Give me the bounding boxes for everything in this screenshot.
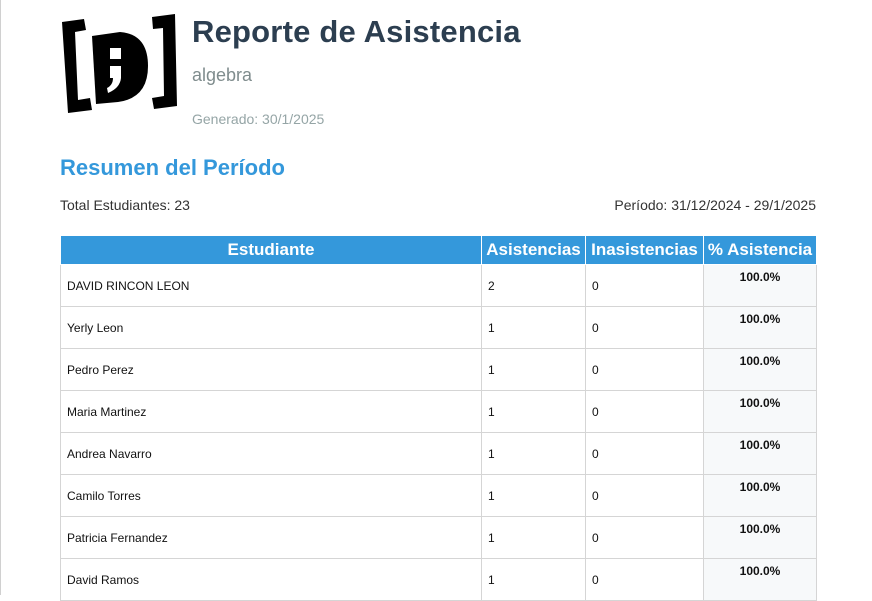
- table-row: David Ramos 1 0 100.0%: [60, 558, 817, 601]
- attendance-table: Estudiante Asistencias Inasistencias % A…: [60, 235, 817, 601]
- attendance-count: 1: [481, 390, 586, 433]
- table-row: Andrea Navarro 1 0 100.0%: [60, 432, 817, 475]
- absence-count: 0: [585, 264, 704, 307]
- table-row: Patricia Fernandez 1 0 100.0%: [60, 516, 817, 559]
- attendance-percent: 100.0%: [703, 516, 817, 559]
- student-name: Maria Martinez: [60, 390, 482, 433]
- page-left-border: [0, 0, 1, 595]
- header-attendances: Asistencias: [481, 235, 586, 265]
- attendance-count: 1: [481, 474, 586, 517]
- generated-date: Generado: 30/1/2025: [192, 111, 325, 127]
- total-students: Total Estudiantes: 23: [60, 197, 190, 213]
- attendance-count: 1: [481, 558, 586, 601]
- absence-count: 0: [585, 474, 704, 517]
- student-name: Andrea Navarro: [60, 432, 482, 475]
- student-name: DAVID RINCON LEON: [60, 264, 482, 307]
- attendance-count: 1: [481, 432, 586, 475]
- student-name: Pedro Perez: [60, 348, 482, 391]
- attendance-percent: 100.0%: [703, 390, 817, 433]
- attendance-percent: 100.0%: [703, 348, 817, 391]
- attendance-count: 1: [481, 306, 586, 349]
- header-attendance-percent: % Asistencia: [703, 235, 817, 265]
- period-summary-heading: Resumen del Período: [60, 155, 285, 180]
- student-name: Patricia Fernandez: [60, 516, 482, 559]
- table-row: Camilo Torres 1 0 100.0%: [60, 474, 817, 517]
- attendance-percent: 100.0%: [703, 264, 817, 307]
- attendance-percent: 100.0%: [703, 432, 817, 475]
- attendance-count: 1: [481, 348, 586, 391]
- header-student: Estudiante: [60, 235, 482, 265]
- student-name: Camilo Torres: [60, 474, 482, 517]
- table-row: Yerly Leon 1 0 100.0%: [60, 306, 817, 349]
- subject-name: algebra: [192, 65, 253, 85]
- attendance-percent: 100.0%: [703, 306, 817, 349]
- absence-count: 0: [585, 516, 704, 559]
- absence-count: 0: [585, 432, 704, 475]
- attendance-count: 1: [481, 516, 586, 559]
- table-header-row: Estudiante Asistencias Inasistencias % A…: [60, 235, 817, 265]
- attendance-percent: 100.0%: [703, 558, 817, 601]
- absence-count: 0: [585, 306, 704, 349]
- report-title: Reporte de Asistencia: [192, 14, 521, 49]
- attendance-percent: 100.0%: [703, 474, 817, 517]
- table-row: Pedro Perez 1 0 100.0%: [60, 348, 817, 391]
- period-range: Período: 31/12/2024 - 29/1/2025: [614, 197, 816, 213]
- absence-count: 0: [585, 390, 704, 433]
- table-row: DAVID RINCON LEON 2 0 100.0%: [60, 264, 817, 307]
- absence-count: 0: [585, 348, 704, 391]
- student-name: Yerly Leon: [60, 306, 482, 349]
- bracket-d-logo-icon: [62, 14, 177, 113]
- table-row: Maria Martinez 1 0 100.0%: [60, 390, 817, 433]
- attendance-count: 2: [481, 264, 586, 307]
- student-name: David Ramos: [60, 558, 482, 601]
- header-absences: Inasistencias: [585, 235, 704, 265]
- absence-count: 0: [585, 558, 704, 601]
